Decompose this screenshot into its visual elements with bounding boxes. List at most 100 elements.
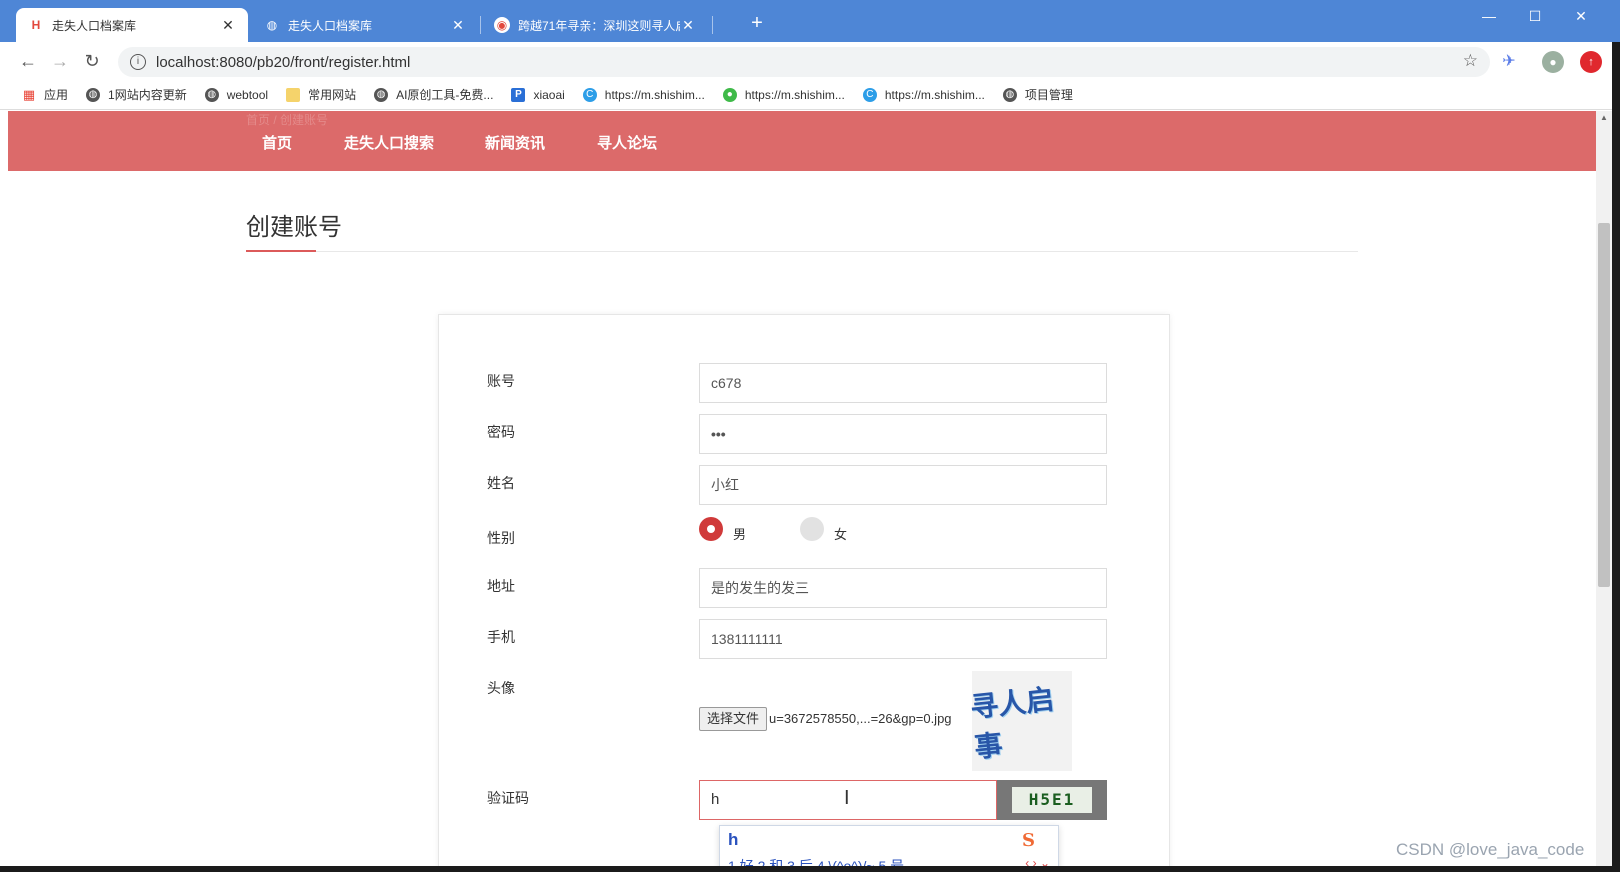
taskbar-edge bbox=[0, 866, 1612, 872]
bookmark-item[interactable]: ◍ webtool bbox=[204, 87, 269, 102]
gender-female-label: 女 bbox=[834, 527, 848, 542]
forward-arrow-icon[interactable]: → bbox=[48, 50, 72, 74]
site-info-icon[interactable]: i bbox=[130, 54, 146, 70]
bookmark-item[interactable]: ◍ 1网站内容更新 bbox=[86, 86, 187, 103]
browser-tab-1[interactable]: H 走失人口档案库 ✕ bbox=[16, 8, 248, 42]
apps-grid-icon: ▦ bbox=[22, 86, 36, 102]
scroll-thumb[interactable] bbox=[1598, 223, 1610, 587]
address-input[interactable]: 是的发生的发三 bbox=[699, 568, 1107, 608]
csdn-watermark: CSDN @love_java_code bbox=[1396, 840, 1585, 859]
scroll-up-icon[interactable]: ▲ bbox=[1596, 111, 1612, 125]
address-bar[interactable]: i localhost:8080/pb20/front/register.htm… bbox=[118, 47, 1490, 77]
browser-tab-2[interactable]: ◍ 走失人口档案库 ✕ bbox=[252, 8, 478, 42]
bookmarks-bar: ▦ 应用 ◍ 1网站内容更新 ◍ webtool 常用网站 ◍ AI原创工具-免费...… bbox=[0, 80, 1620, 110]
c-icon: C bbox=[582, 87, 597, 102]
close-tab-icon[interactable]: ✕ bbox=[220, 17, 236, 34]
globe-icon: ◍ bbox=[204, 87, 219, 102]
globe-icon: ◍ bbox=[86, 87, 101, 102]
bookmark-label: 应用 bbox=[44, 88, 69, 102]
bookmark-label: https://m.shishim... bbox=[604, 87, 705, 102]
nav-missing-search[interactable]: 走失人口搜索 bbox=[344, 132, 434, 153]
globe-icon: ◍ bbox=[1002, 87, 1017, 102]
name-label: 姓名 bbox=[487, 475, 515, 491]
ime-candidate-window: h S 1.好 2.和 3.后 4.\(^o^)/~ 5.号 ‹ › ⌄ bbox=[719, 825, 1059, 872]
account-label: 账号 bbox=[487, 373, 515, 389]
close-tab-icon[interactable]: ✕ bbox=[680, 17, 696, 34]
extension-icon[interactable]: ✈ bbox=[1498, 51, 1520, 73]
site-favicon-icon: H bbox=[31, 18, 41, 32]
password-input[interactable]: ••• bbox=[699, 414, 1107, 454]
site-nav-bar: 首页 / 创建账号 首页 走失人口搜索 新闻资讯 寻人论坛 bbox=[8, 111, 1596, 171]
window-border bbox=[1612, 42, 1620, 872]
gender-label: 性别 bbox=[487, 530, 515, 546]
bookmark-label: 项目管理 bbox=[1024, 88, 1073, 102]
phone-input[interactable]: 1381111111 bbox=[699, 619, 1107, 659]
captcha-image-box[interactable]: H5E1 bbox=[997, 780, 1107, 820]
gender-male-label: 男 bbox=[733, 527, 747, 542]
password-label: 密码 bbox=[487, 424, 515, 440]
bookmark-item[interactable]: Chttps://m.shishim... bbox=[582, 87, 705, 102]
captcha-label: 验证码 bbox=[487, 790, 529, 806]
bookmark-star-icon[interactable]: ☆ bbox=[1463, 51, 1478, 71]
title-accent-line bbox=[246, 250, 316, 252]
gender-female-radio[interactable] bbox=[800, 517, 824, 541]
reload-icon[interactable]: ↻ bbox=[80, 50, 104, 74]
page-title: 创建账号 bbox=[246, 214, 342, 241]
page-scrollbar[interactable]: ▲ bbox=[1596, 111, 1612, 866]
tab-separator bbox=[480, 16, 481, 34]
folder-icon bbox=[286, 87, 301, 102]
captcha-image: H5E1 bbox=[1012, 787, 1092, 813]
gender-male-radio[interactable] bbox=[699, 517, 723, 541]
globe-icon: ◍ bbox=[374, 87, 389, 102]
update-alert-icon[interactable]: ↑ bbox=[1580, 51, 1602, 73]
nav-forum[interactable]: 寻人论坛 bbox=[597, 132, 657, 153]
bookmark-label: 常用网站 bbox=[308, 88, 357, 102]
file-name: u=3672578550,...=26&gp=0.jpg bbox=[769, 711, 952, 726]
ime-composition: h bbox=[728, 830, 739, 849]
browser-tab-strip: H 走失人口档案库 ✕ ◍ 走失人口档案库 ✕ ◉ 跨越71年寻亲：深圳这则寻人… bbox=[0, 0, 1620, 42]
c-icon: C bbox=[862, 87, 877, 102]
text-cursor-icon: I bbox=[844, 787, 850, 809]
avatar-art-text: 寻人启事 bbox=[968, 682, 1056, 765]
address-toolbar: ← → ↻ i localhost:8080/pb20/front/regist… bbox=[0, 42, 1620, 80]
bookmark-label: https://m.shishim... bbox=[744, 87, 845, 102]
bookmark-label: xiaoai bbox=[533, 87, 565, 102]
nav-home[interactable]: 首页 bbox=[262, 132, 292, 153]
profile-avatar-icon[interactable]: ● bbox=[1542, 51, 1564, 73]
name-input[interactable]: 小红 bbox=[699, 465, 1107, 505]
weibo-favicon-icon: ◉ bbox=[494, 17, 510, 33]
bookmark-item[interactable]: Pxiaoai bbox=[511, 87, 565, 102]
bookmark-folder[interactable]: 常用网站 bbox=[286, 86, 356, 103]
bookmark-apps[interactable]: ▦ 应用 bbox=[22, 86, 68, 103]
browser-tab-3[interactable]: ◉ 跨越71年寻亲：深圳这则寻人启... ✕ bbox=[482, 8, 708, 42]
sogou-logo-icon: S bbox=[1022, 830, 1035, 851]
page-viewport: 首页 / 创建账号 首页 走失人口搜索 新闻资讯 寻人论坛 创建账号 账号 c6… bbox=[8, 111, 1596, 866]
wechat-icon: ● bbox=[722, 87, 737, 102]
bookmark-item[interactable]: ◍ AI原创工具-免费... bbox=[374, 86, 493, 103]
minimize-icon[interactable]: — bbox=[1466, 4, 1512, 28]
address-label: 地址 bbox=[487, 578, 515, 594]
bookmark-label: AI原创工具-免费... bbox=[396, 88, 494, 102]
avatar-label: 头像 bbox=[487, 680, 515, 696]
tab-title: 跨越71年寻亲：深圳这则寻人启... bbox=[518, 18, 680, 33]
phone-label: 手机 bbox=[487, 629, 515, 645]
bookmark-label: 1网站内容更新 bbox=[108, 88, 187, 102]
nav-news[interactable]: 新闻资讯 bbox=[485, 132, 545, 153]
breadcrumb[interactable]: 首页 / 创建账号 bbox=[246, 111, 328, 128]
close-tab-icon[interactable]: ✕ bbox=[450, 17, 466, 34]
choose-file-button[interactable]: 选择文件 bbox=[699, 707, 767, 731]
bookmark-item[interactable]: ● https://m.shishim... bbox=[722, 87, 845, 102]
tab-separator bbox=[712, 16, 713, 34]
tab-title: 走失人口档案库 bbox=[52, 18, 137, 33]
new-tab-icon[interactable]: + bbox=[745, 12, 769, 36]
maximize-icon[interactable]: ☐ bbox=[1512, 4, 1558, 28]
tab-title: 走失人口档案库 bbox=[288, 18, 373, 33]
back-arrow-icon[interactable]: ← bbox=[16, 50, 40, 74]
p-icon: P bbox=[511, 87, 526, 102]
account-input[interactable]: c678 bbox=[699, 363, 1107, 403]
bookmark-item[interactable]: Chttps://m.shishim... bbox=[862, 87, 985, 102]
bookmark-label: webtool bbox=[226, 87, 269, 102]
bookmark-item[interactable]: ◍ 项目管理 bbox=[1002, 86, 1073, 103]
url-text: localhost:8080/pb20/front/register.html bbox=[156, 53, 411, 71]
window-close-icon[interactable]: ✕ bbox=[1558, 4, 1604, 28]
